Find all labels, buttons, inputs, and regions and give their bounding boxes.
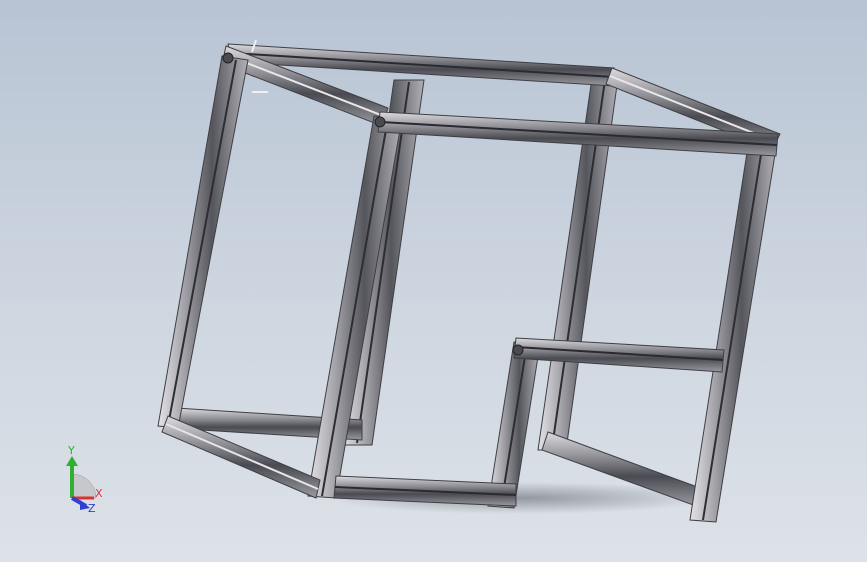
triad-sphere (71, 473, 97, 499)
corner-joint (512, 344, 524, 356)
step-rail (513, 337, 725, 373)
x-axis-label: X (95, 487, 103, 500)
corner-joint (222, 52, 234, 64)
aluminum-frame-model[interactable] (0, 0, 867, 562)
corner-joint (374, 116, 386, 128)
view-triad[interactable]: Y X Z (50, 440, 120, 520)
graphics-viewport[interactable]: Y X Z (0, 0, 867, 562)
y-axis-label: Y (67, 444, 75, 457)
z-axis-label: Z (88, 502, 96, 515)
